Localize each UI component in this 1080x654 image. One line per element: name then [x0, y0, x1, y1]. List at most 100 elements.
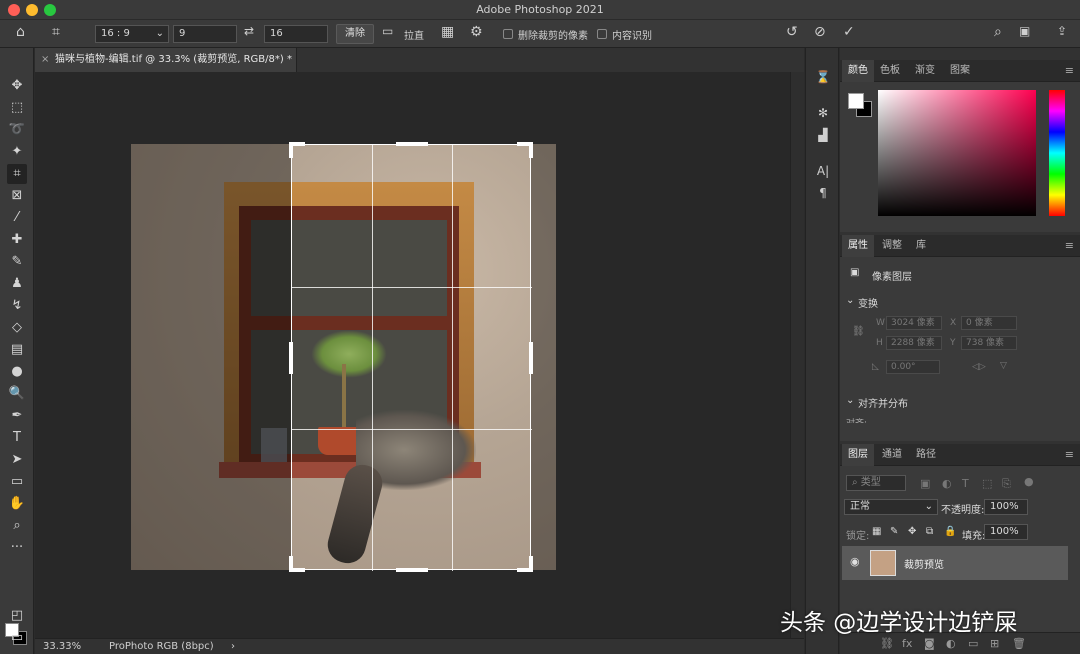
- flip-vertical-icon[interactable]: ▽: [1000, 361, 1007, 371]
- share-icon[interactable]: ⇪: [1057, 24, 1067, 38]
- fx-icon[interactable]: fx: [902, 637, 912, 650]
- chevron-right-icon[interactable]: ›: [231, 641, 235, 652]
- link-icon[interactable]: ⛓: [852, 326, 865, 337]
- document-image[interactable]: [131, 142, 556, 572]
- color-field[interactable]: [878, 90, 1036, 216]
- grid-icon[interactable]: ▦: [441, 24, 454, 40]
- width-field[interactable]: 3024 像素: [886, 316, 942, 330]
- document-tab[interactable]: × 猫咪与植物-编辑.tif @ 33.3% (裁剪预览, RGB/8*) *: [35, 48, 297, 72]
- pen-tool-icon[interactable]: ✒: [7, 406, 27, 426]
- home-icon[interactable]: ⌂: [16, 24, 25, 40]
- straighten-icon[interactable]: ▭: [382, 24, 393, 38]
- crop-handle-top-left[interactable]: [289, 142, 293, 158]
- history-icon[interactable]: ⌛: [815, 70, 831, 86]
- crop-handle-right[interactable]: [529, 342, 533, 374]
- crop-handle-left[interactable]: [289, 342, 293, 374]
- visibility-eye-icon[interactable]: ◉: [850, 555, 860, 568]
- filter-pixel-icon[interactable]: ▣: [920, 477, 930, 490]
- eraser-tool-icon[interactable]: ◇: [7, 318, 27, 338]
- new-layer-icon[interactable]: ⊞: [990, 637, 999, 650]
- lock-all-icon[interactable]: 🔒: [944, 526, 956, 537]
- fill-field[interactable]: 100%: [984, 524, 1028, 540]
- chevron-down-icon[interactable]: ⌄: [846, 295, 854, 306]
- y-field[interactable]: 738 像素: [961, 336, 1017, 350]
- filter-type-icon[interactable]: T: [962, 477, 969, 490]
- marquee-tool-icon[interactable]: ⬚: [7, 98, 27, 118]
- move-tool-icon[interactable]: ✥: [7, 76, 27, 96]
- crop-handle-bottom-right[interactable]: [529, 556, 533, 572]
- lock-position-icon[interactable]: ✥: [908, 526, 916, 537]
- hue-slider[interactable]: [1049, 90, 1065, 216]
- lock-artboard-icon[interactable]: ⧉: [926, 526, 933, 537]
- tab-paths[interactable]: 路径: [910, 444, 942, 466]
- crop-handle-top[interactable]: [396, 142, 428, 146]
- content-aware-checkbox[interactable]: [597, 29, 607, 39]
- tab-gradients[interactable]: 渐变: [909, 60, 941, 82]
- stamp-tool-icon[interactable]: ♟: [7, 274, 27, 294]
- crop-height-input[interactable]: 16: [264, 25, 328, 43]
- path-selection-tool-icon[interactable]: ➤: [7, 450, 27, 470]
- lock-pixels-icon[interactable]: ✎: [890, 526, 898, 537]
- vertical-scrollbar[interactable]: [790, 72, 804, 638]
- filter-smart-object-icon[interactable]: ⎘: [1002, 477, 1011, 491]
- screen-mode-icon[interactable]: ▭: [7, 628, 27, 648]
- tab-color[interactable]: 颜色: [842, 60, 874, 82]
- navigator-icon[interactable]: ✻: [815, 106, 831, 122]
- angle-field[interactable]: 0.00°: [886, 360, 940, 374]
- crop-handle-bottom-left[interactable]: [289, 556, 293, 572]
- zoom-tool-icon[interactable]: ⌕: [7, 516, 27, 536]
- blend-mode-select[interactable]: 正常 ⌄: [844, 499, 938, 515]
- lock-transparent-icon[interactable]: ▦: [872, 526, 881, 537]
- add-mask-icon[interactable]: ◙: [924, 637, 935, 650]
- chevron-down-icon[interactable]: ⌄: [846, 395, 854, 406]
- eyedropper-tool-icon[interactable]: ⁄: [7, 208, 27, 228]
- clear-button[interactable]: 清除: [336, 24, 374, 44]
- crop-tool-icon[interactable]: ⌗: [7, 164, 27, 184]
- tab-adjustments[interactable]: 调整: [876, 235, 908, 257]
- tab-channels[interactable]: 通道: [876, 444, 908, 466]
- shape-tool-icon[interactable]: ▭: [7, 472, 27, 492]
- delete-cropped-checkbox[interactable]: [503, 29, 513, 39]
- crop-handle-bottom[interactable]: [396, 568, 428, 572]
- tab-patterns[interactable]: 图案: [944, 60, 976, 82]
- frame-tool-icon[interactable]: ⊠: [7, 186, 27, 206]
- hand-tool-icon[interactable]: ✋: [7, 494, 27, 514]
- paragraph-icon[interactable]: ¶: [815, 186, 831, 202]
- magic-wand-tool-icon[interactable]: ✦: [7, 142, 27, 162]
- undo-icon[interactable]: ↺: [786, 24, 798, 40]
- type-tool-icon[interactable]: T: [7, 428, 27, 448]
- panel-menu-icon[interactable]: ≡: [1065, 448, 1074, 461]
- swap-icon[interactable]: ⇄: [244, 24, 254, 38]
- filter-toggle-icon[interactable]: ●: [1024, 475, 1034, 488]
- align-distribute-heading[interactable]: 对齐并分布: [858, 395, 908, 410]
- height-field[interactable]: 2288 像素: [886, 336, 942, 350]
- flip-horizontal-icon[interactable]: ◁▷: [972, 362, 986, 372]
- filter-adjustment-icon[interactable]: ◐: [942, 477, 952, 490]
- filter-shape-icon[interactable]: ⬚: [982, 477, 992, 490]
- tab-libraries[interactable]: 库: [910, 235, 932, 257]
- quick-mask-icon[interactable]: ◰: [7, 606, 27, 626]
- tab-layers[interactable]: 图层: [842, 444, 874, 466]
- dodge-tool-icon[interactable]: 🔍: [7, 384, 27, 404]
- layer-row[interactable]: ◉ 裁剪预览: [842, 546, 1068, 580]
- adjustment-layer-icon[interactable]: ◐: [946, 637, 956, 650]
- group-icon[interactable]: ▭: [968, 637, 978, 650]
- brush-tool-icon[interactable]: ✎: [7, 252, 27, 272]
- link-layers-icon[interactable]: ⛓: [880, 637, 894, 650]
- delete-layer-icon[interactable]: 🗑: [1012, 637, 1026, 650]
- check-icon[interactable]: ✓: [843, 24, 855, 40]
- zoom-level[interactable]: 33.33%: [43, 641, 81, 652]
- workspace-icon[interactable]: ▣: [1019, 24, 1030, 38]
- ratio-select[interactable]: 16 : 9 ⌄: [95, 25, 169, 43]
- crop-width-input[interactable]: 9: [173, 25, 237, 43]
- crop-icon[interactable]: ⌗: [52, 24, 60, 40]
- blur-tool-icon[interactable]: ●: [7, 362, 27, 382]
- opacity-field[interactable]: 100%: [984, 499, 1028, 515]
- history-brush-tool-icon[interactable]: ↯: [7, 296, 27, 316]
- panel-menu-icon[interactable]: ≡: [1065, 64, 1074, 77]
- x-field[interactable]: 0 像素: [961, 316, 1017, 330]
- crop-handle-top-right[interactable]: [529, 142, 533, 158]
- more-tools-icon[interactable]: ···: [7, 538, 27, 558]
- search-icon[interactable]: ⌕: [994, 24, 1002, 40]
- cancel-icon[interactable]: ⊘: [814, 24, 826, 40]
